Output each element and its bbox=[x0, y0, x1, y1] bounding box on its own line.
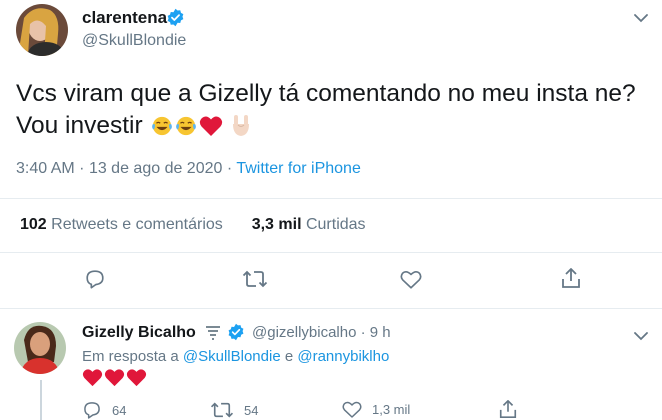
share-icon bbox=[499, 400, 517, 418]
face-with-tears-of-joy-icon bbox=[151, 114, 173, 146]
reply-and: e bbox=[284, 348, 294, 365]
red-heart-icon bbox=[82, 369, 103, 387]
reply-time[interactable]: · 9 h bbox=[361, 324, 391, 341]
reply-handle[interactable]: @gizellybicalho bbox=[252, 324, 356, 341]
tweet-date[interactable]: 13 de ago de 2020 bbox=[89, 160, 222, 177]
retweets-count: 102 bbox=[20, 216, 47, 233]
likes-label: Curtidas bbox=[305, 216, 366, 233]
reply-context: Em resposta a @SkullBlondie e @rannybikl… bbox=[82, 348, 389, 365]
divider bbox=[0, 252, 662, 253]
retweets-stat[interactable]: 102 Retweets e comentários bbox=[20, 216, 223, 233]
like-button[interactable] bbox=[398, 266, 424, 292]
author-handle[interactable]: @SkullBlondie bbox=[82, 32, 186, 50]
tweet-text: Vcs viram que a Gizelly tá comentando no… bbox=[16, 78, 646, 146]
divider bbox=[0, 308, 662, 309]
share-button[interactable] bbox=[558, 264, 584, 292]
reply-likes-count: 1,3 mil bbox=[372, 402, 411, 417]
tweet-source-link[interactable]: Twitter for iPhone bbox=[236, 160, 361, 177]
reply-text bbox=[82, 368, 147, 387]
chevron-down-icon[interactable] bbox=[634, 10, 648, 28]
reply-icon bbox=[84, 402, 100, 419]
heart-outline-icon bbox=[342, 401, 362, 418]
verified-badge-icon bbox=[227, 323, 245, 346]
reply-replies-count: 64 bbox=[112, 402, 127, 418]
likes-count: 3,3 mil bbox=[251, 216, 302, 233]
tornado-icon bbox=[204, 324, 222, 347]
reply-like-button[interactable]: 1,3 mil bbox=[342, 400, 410, 419]
likes-stat[interactable]: 3,3 mil Curtidas bbox=[252, 216, 366, 233]
retweet-button[interactable] bbox=[240, 266, 270, 292]
reply-retweets-count: 54 bbox=[244, 402, 259, 418]
tweet-meta: 3:40 AM · 13 de ago de 2020 · Twitter fo… bbox=[16, 160, 361, 178]
heart-outline-icon bbox=[400, 270, 422, 289]
tweet-text-content: Vcs viram que a Gizelly tá comentando no… bbox=[16, 80, 636, 139]
thread-connector bbox=[40, 380, 42, 420]
meta-separator: · bbox=[226, 160, 233, 177]
reply-author-handle: @gizellybicalho · 9 h bbox=[252, 324, 391, 341]
share-icon bbox=[562, 268, 580, 288]
reply-button[interactable] bbox=[82, 266, 108, 292]
retweet-icon bbox=[210, 402, 234, 418]
red-heart-icon bbox=[199, 114, 223, 146]
sign-of-the-horns-icon bbox=[231, 113, 251, 146]
tweet-stats: 102 Retweets e comentários 3,3 mil Curti… bbox=[20, 216, 366, 234]
author-avatar[interactable] bbox=[16, 4, 68, 56]
red-heart-icon bbox=[104, 369, 125, 387]
face-with-tears-of-joy-icon bbox=[175, 114, 197, 146]
reply-mention-2[interactable]: @rannybiklho bbox=[297, 348, 389, 365]
reply-mention-1[interactable]: @SkullBlondie bbox=[183, 348, 281, 365]
red-heart-icon bbox=[126, 369, 147, 387]
reply-reply-button[interactable]: 64 bbox=[82, 400, 126, 420]
meta-separator: · bbox=[79, 160, 85, 177]
reply-share-button[interactable] bbox=[498, 398, 518, 420]
reply-prefix: Em resposta a bbox=[82, 348, 179, 365]
reply-retweet-button[interactable]: 54 bbox=[210, 400, 258, 420]
chevron-down-icon[interactable] bbox=[634, 328, 648, 346]
reply-author-name[interactable]: Gizelly Bicalho bbox=[82, 324, 196, 342]
reply-author-avatar[interactable] bbox=[14, 322, 66, 374]
author-name[interactable]: clarentena bbox=[82, 8, 167, 28]
retweet-icon bbox=[242, 270, 268, 288]
tweet-time: 3:40 AM bbox=[16, 160, 75, 177]
reply-icon bbox=[86, 270, 104, 289]
verified-badge-icon bbox=[166, 8, 185, 32]
divider bbox=[0, 198, 662, 199]
retweets-label: Retweets e comentários bbox=[51, 216, 223, 233]
